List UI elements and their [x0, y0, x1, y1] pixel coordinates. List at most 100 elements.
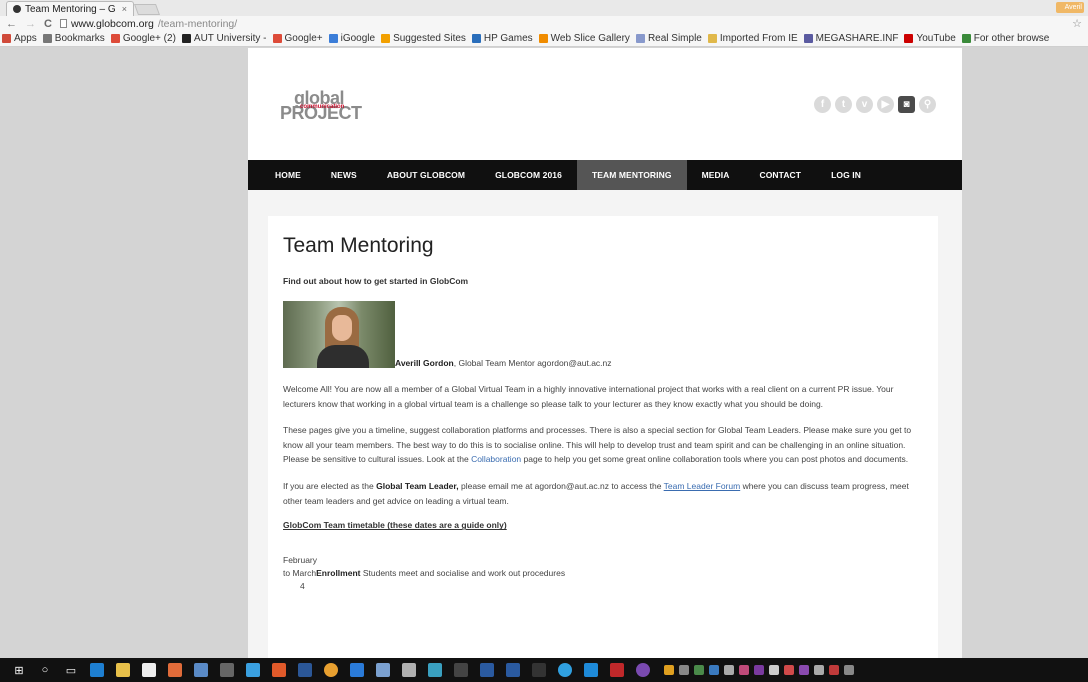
- bookmark-item[interactable]: iGoogle: [328, 33, 376, 44]
- tray-icon[interactable]: [709, 665, 719, 675]
- schedule-month: February: [283, 555, 318, 566]
- mail-icon[interactable]: [346, 661, 368, 679]
- leader-text-a: If you are elected as the: [283, 481, 377, 492]
- edge-icon[interactable]: [86, 661, 108, 679]
- bookmark-icon: [42, 34, 52, 43]
- app-icon[interactable]: [450, 661, 472, 679]
- bookmark-item[interactable]: Apps: [2, 33, 37, 44]
- wifi-icon[interactable]: [844, 665, 854, 675]
- tray-icon[interactable]: [694, 665, 704, 675]
- bookmark-icon: [904, 34, 914, 43]
- back-button[interactable]: ←: [6, 18, 17, 30]
- viber-icon[interactable]: [632, 661, 654, 679]
- tray-icon[interactable]: [754, 665, 764, 675]
- network-icon[interactable]: [814, 665, 824, 675]
- bookmark-item[interactable]: HP Games: [471, 33, 533, 44]
- search-icon[interactable]: ○: [34, 661, 56, 679]
- app-icon[interactable]: [190, 661, 212, 679]
- file-explorer-icon[interactable]: [112, 661, 134, 679]
- bookmark-icon: [272, 34, 282, 43]
- volume-icon[interactable]: [769, 665, 779, 675]
- nav-item-team-mentoring[interactable]: TEAM MENTORING: [576, 160, 687, 190]
- tray-icon[interactable]: [829, 665, 839, 675]
- vimeo-icon[interactable]: v: [856, 96, 873, 113]
- bookmark-item[interactable]: MEGASHARE.INF: [803, 33, 899, 44]
- tab-close-icon[interactable]: ×: [122, 4, 127, 14]
- mentor-photo: [283, 301, 395, 368]
- app-icon[interactable]: [268, 661, 290, 679]
- tray-icon[interactable]: [664, 665, 674, 675]
- bookmark-label: For other browse: [973, 33, 1050, 44]
- windows-taskbar: ⊞ ○ ▭: [0, 658, 1088, 682]
- tray-icon[interactable]: [724, 665, 734, 675]
- app-icon[interactable]: [476, 661, 498, 679]
- social-links: f t v ▶ ◙ ⚲: [814, 96, 936, 113]
- start-icon[interactable]: ⊞: [8, 661, 30, 679]
- skype-icon[interactable]: [554, 661, 576, 679]
- url-host: www.globcom.org: [70, 17, 154, 30]
- bookmark-item[interactable]: Suggested Sites: [381, 33, 466, 44]
- browser-tab[interactable]: Team Mentoring – G ×: [6, 1, 134, 16]
- bookmark-star-icon[interactable]: ☆: [1072, 17, 1082, 30]
- reload-button[interactable]: C: [44, 18, 52, 30]
- schedule-text: Students meet and socialise and work out…: [360, 568, 566, 579]
- acrobat-icon[interactable]: [606, 661, 628, 679]
- search-icon[interactable]: ⚲: [919, 96, 936, 113]
- bookmark-item[interactable]: For other browse: [961, 33, 1050, 44]
- nav-item-log-in[interactable]: LOG IN: [816, 160, 876, 190]
- bookmark-item[interactable]: YouTube: [904, 33, 956, 44]
- bookmark-item[interactable]: AUT University -: [181, 33, 267, 44]
- chrome-icon[interactable]: [320, 661, 342, 679]
- bookmark-item[interactable]: Google+ (2): [110, 33, 176, 44]
- app-icon[interactable]: [528, 661, 550, 679]
- bookmark-icon: [961, 34, 971, 43]
- bookmark-item[interactable]: Bookmarks: [42, 33, 105, 44]
- nav-item-home[interactable]: HOME: [260, 160, 316, 190]
- bookmark-label: iGoogle: [340, 33, 376, 44]
- forward-button[interactable]: →: [25, 18, 36, 30]
- app-icon[interactable]: [398, 661, 420, 679]
- tray-icon[interactable]: [739, 665, 749, 675]
- app-icon[interactable]: [424, 661, 446, 679]
- word-icon[interactable]: [294, 661, 316, 679]
- app-icon[interactable]: [164, 661, 186, 679]
- leader-paragraph: If you are elected as the Global Team Le…: [283, 479, 923, 508]
- app-icon[interactable]: [372, 661, 394, 679]
- store-icon[interactable]: [138, 661, 160, 679]
- facebook-icon[interactable]: f: [814, 96, 831, 113]
- nav-item-media[interactable]: MEDIA: [687, 160, 745, 190]
- page-icon: [59, 19, 67, 28]
- collaboration-link[interactable]: Collaboration: [471, 454, 521, 464]
- bookmark-label: Imported From IE: [719, 33, 798, 44]
- bookmark-item[interactable]: Google+: [272, 33, 323, 44]
- nav-item-globcom-2016[interactable]: GLOBCOM 2016: [480, 160, 577, 190]
- twitter-icon[interactable]: t: [835, 96, 852, 113]
- app-icon[interactable]: [502, 661, 524, 679]
- address-bar[interactable]: www.globcom.org/team-mentoring/: [59, 17, 237, 30]
- mentor-row: Averill Gordon, Global Team Mentor agord…: [283, 301, 923, 368]
- onenote-icon[interactable]: [799, 665, 809, 675]
- bookmark-icon: [707, 34, 717, 43]
- bookmark-item[interactable]: Web Slice Gallery: [538, 33, 630, 44]
- task-view-icon[interactable]: ▭: [60, 661, 82, 679]
- tray-icon[interactable]: [784, 665, 794, 675]
- bookmark-label: Suggested Sites: [393, 33, 466, 44]
- nav-item-about-globcom[interactable]: ABOUT GLOBCOM: [372, 160, 480, 190]
- app-icon[interactable]: [242, 661, 264, 679]
- tray-icon[interactable]: [679, 665, 689, 675]
- site-logo[interactable]: global PROJECT communication: [278, 88, 368, 124]
- page-title: Team Mentoring: [283, 234, 434, 257]
- new-tab-button[interactable]: [133, 4, 161, 15]
- app-icon[interactable]: [216, 661, 238, 679]
- profile-button[interactable]: Averil: [1056, 2, 1084, 13]
- nav-item-contact[interactable]: CONTACT: [744, 160, 816, 190]
- bookmark-label: Google+ (2): [122, 33, 176, 44]
- youtube-icon[interactable]: ▶: [877, 96, 894, 113]
- nav-item-news[interactable]: NEWS: [316, 160, 372, 190]
- ie-icon[interactable]: [580, 661, 602, 679]
- instagram-icon[interactable]: ◙: [898, 96, 915, 113]
- bookmark-item[interactable]: Real Simple: [635, 33, 702, 44]
- bookmark-label: MEGASHARE.INF: [815, 33, 899, 44]
- team-leader-forum-link[interactable]: Team Leader Forum: [664, 481, 741, 491]
- bookmark-item[interactable]: Imported From IE: [707, 33, 798, 44]
